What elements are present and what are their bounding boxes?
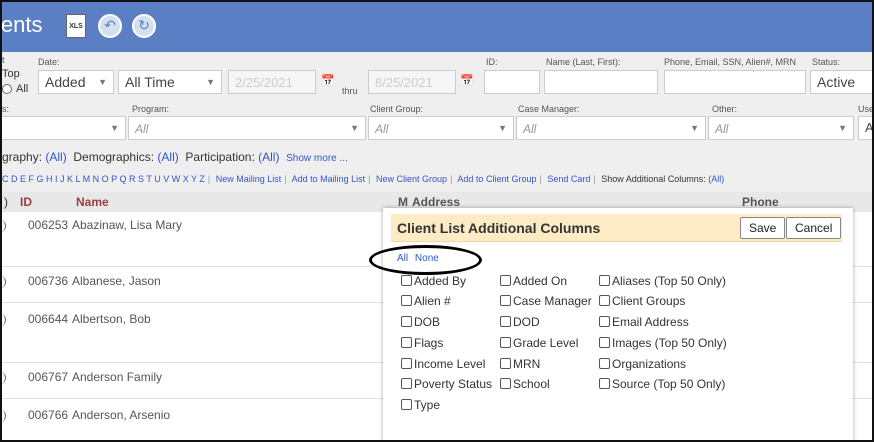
- checkbox-alien-number[interactable]: Alien #: [401, 294, 451, 308]
- case-manager-label: Case Manager:: [518, 104, 580, 114]
- checkbox-mrn[interactable]: MRN: [500, 357, 540, 371]
- program-select[interactable]: All ▼: [128, 116, 366, 140]
- geography-link[interactable]: (All): [45, 150, 66, 164]
- send-card-link[interactable]: Send Card: [547, 174, 590, 184]
- other-label: Other:: [712, 104, 738, 114]
- date-to-input[interactable]: 8/25/2021: [368, 70, 456, 94]
- date-range-select[interactable]: All Time ▼: [118, 70, 222, 94]
- all-radio[interactable]: [2, 84, 12, 94]
- status-select[interactable]: Active: [810, 70, 872, 94]
- checkbox-income-level[interactable]: Income Level: [401, 357, 485, 371]
- chevron-down-icon: ▼: [690, 123, 699, 133]
- user-label-partial: Use: [858, 104, 874, 114]
- checkbox-images[interactable]: Images (Top 50 Only): [599, 336, 727, 350]
- filter-panel: t Date: Top All Added ▼ All Time ▼ 2/25/20…: [2, 52, 874, 192]
- name-input[interactable]: [544, 70, 658, 94]
- date-from-input[interactable]: 2/25/2021: [228, 70, 316, 94]
- phone-email-label: Phone, Email, SSN, Alien#, MRN: [664, 57, 797, 67]
- calendar-icon[interactable]: 📅: [460, 74, 474, 87]
- checkbox-grade-level[interactable]: Grade Level: [500, 336, 578, 350]
- column-id[interactable]: ID: [20, 195, 32, 209]
- demographics-link[interactable]: (All): [157, 150, 178, 164]
- checkbox-added-by[interactable]: Added By: [401, 274, 466, 288]
- select-all-link[interactable]: All: [397, 253, 408, 264]
- checkbox-dob[interactable]: DOB: [401, 315, 440, 329]
- column-m[interactable]: M: [398, 195, 408, 209]
- chevron-down-icon: ▼: [350, 123, 359, 133]
- chevron-down-icon: ▼: [110, 123, 119, 133]
- checkbox-flags[interactable]: Flags: [401, 336, 443, 350]
- checkbox-school[interactable]: School: [500, 377, 550, 391]
- top-option-label: Top: [2, 68, 20, 80]
- date-label: Date:: [38, 57, 60, 67]
- calendar-icon[interactable]: 📅: [321, 74, 335, 87]
- participation-link[interactable]: (All): [258, 150, 279, 164]
- user-select[interactable]: Al: [858, 116, 872, 140]
- back-icon[interactable]: ↶: [98, 14, 122, 38]
- thru-label: thru: [342, 86, 358, 96]
- cancel-button[interactable]: Cancel: [786, 217, 842, 239]
- chevron-down-icon: ▼: [498, 123, 507, 133]
- summary-row: graphy: (All) Demographics: (All) Partic…: [2, 150, 348, 164]
- chevron-down-icon: ▼: [838, 123, 847, 133]
- all-option-label: All: [16, 83, 29, 95]
- checkbox-source[interactable]: Source (Top 50 Only): [599, 377, 725, 391]
- name-label: Name (Last, First):: [546, 57, 621, 67]
- new-client-group-link[interactable]: New Client Group: [376, 174, 447, 184]
- checkbox-added-on[interactable]: Added On: [500, 274, 567, 288]
- show-additional-label: Show Additional Columns:: [601, 174, 706, 184]
- new-mailing-list-link[interactable]: New Mailing List: [216, 174, 282, 184]
- checkbox-case-manager[interactable]: Case Manager: [500, 294, 592, 308]
- top-label-partial: t: [2, 55, 5, 65]
- header-bullet: ): [4, 195, 8, 209]
- save-button[interactable]: Save: [740, 217, 786, 239]
- client-group-label: Client Group:: [370, 104, 424, 114]
- date-type-select[interactable]: Added ▼: [38, 70, 114, 94]
- chevron-down-icon: ▼: [98, 77, 107, 87]
- page-title: ients: [0, 12, 43, 37]
- checkbox-poverty-status[interactable]: Poverty Status: [401, 377, 492, 391]
- program-label: Program:: [132, 104, 170, 114]
- title-bar: ients XLS ↶ ↻: [0, 2, 872, 52]
- alphabet-filter[interactable]: C D E F G H I J K L M N O P Q R S T U V …: [2, 174, 205, 184]
- additional-columns-dialog: Client List Additional Columns Save Canc…: [369, 208, 853, 440]
- refresh-icon[interactable]: ↻: [132, 14, 156, 38]
- dialog-title: Client List Additional Columns: [397, 220, 601, 236]
- first-select[interactable]: ▼: [2, 116, 126, 140]
- column-address[interactable]: Address: [412, 195, 460, 209]
- show-more-link[interactable]: Show more ...: [286, 153, 348, 164]
- excel-export-icon[interactable]: XLS: [66, 14, 86, 38]
- window: ients XLS ↶ ↻ t Date: Top All Added ▼ All…: [0, 0, 874, 442]
- show-additional-link[interactable]: (All): [708, 174, 724, 184]
- add-to-client-group-link[interactable]: Add to Client Group: [457, 174, 536, 184]
- id-label: ID:: [486, 57, 498, 67]
- checkbox-aliases[interactable]: Aliases (Top 50 Only): [599, 274, 726, 288]
- column-name[interactable]: Name: [76, 195, 109, 209]
- other-select[interactable]: All ▼: [708, 116, 854, 140]
- action-toolbar: C D E F G H I J K L M N O P Q R S T U V …: [2, 174, 725, 184]
- checkbox-client-groups[interactable]: Client Groups: [599, 294, 685, 308]
- select-none-link[interactable]: None: [415, 253, 439, 264]
- phone-email-input[interactable]: [664, 70, 806, 94]
- column-phone[interactable]: Phone: [742, 195, 779, 209]
- chevron-down-icon: ▼: [206, 77, 215, 87]
- checkbox-organizations[interactable]: Organizations: [599, 357, 686, 371]
- checkbox-dod[interactable]: DOD: [500, 315, 540, 329]
- s-label-partial: s:: [2, 104, 10, 114]
- dialog-header: Client List Additional Columns Save Canc…: [391, 214, 842, 242]
- case-manager-select[interactable]: All ▼: [516, 116, 706, 140]
- add-to-mailing-list-link[interactable]: Add to Mailing List: [292, 174, 366, 184]
- checkbox-type[interactable]: Type: [401, 398, 440, 412]
- select-links: All None: [397, 253, 443, 264]
- status-label: Status:: [812, 57, 841, 67]
- checkbox-email-address[interactable]: Email Address: [599, 315, 689, 329]
- id-input[interactable]: [484, 70, 540, 94]
- client-group-select[interactable]: All ▼: [368, 116, 514, 140]
